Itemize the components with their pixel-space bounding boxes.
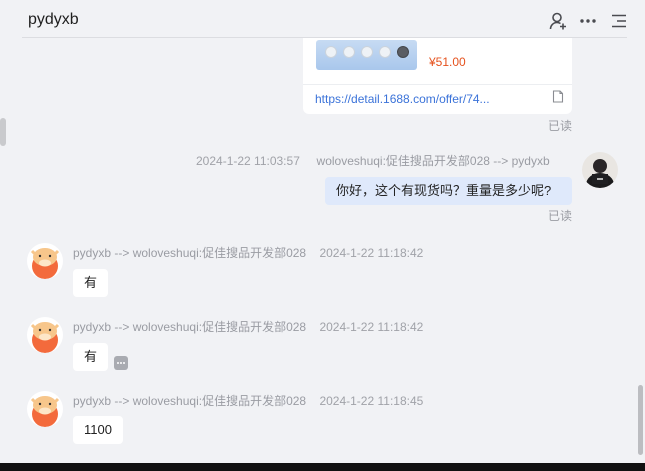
message-meta: pydyxb --> woloveshuqi:促佳搜品开发部028 2024-1… <box>73 318 423 335</box>
copy-icon[interactable] <box>552 90 564 103</box>
message-route: pydyxb --> woloveshuqi:促佳搜品开发部028 <box>73 320 307 334</box>
chat-header: pydyxb <box>0 0 645 38</box>
message-route: woloveshuqi:促佳搜品开发部028 --> pydyxb <box>316 154 550 168</box>
message-meta: pydyxb --> woloveshuqi:促佳搜品开发部028 2024-1… <box>73 392 423 409</box>
menu-icon[interactable] <box>609 11 629 31</box>
product-card[interactable]: ¥51.00 https://detail.1688.com/offer/74.… <box>303 38 572 114</box>
card-divider <box>303 84 572 85</box>
my-avatar[interactable] <box>582 152 618 188</box>
chat-title: pydyxb <box>28 11 79 28</box>
message-more-icon[interactable] <box>114 356 128 370</box>
message-time: 2024-1-22 11:03:57 <box>196 154 300 168</box>
message-bubble[interactable]: 你好，这个有现货吗？重量是多少呢? <box>325 177 572 205</box>
more-icon[interactable] <box>578 11 598 31</box>
message-route: pydyxb --> woloveshuqi:促佳搜品开发部028 <box>73 246 307 260</box>
left-scrollbar[interactable] <box>0 118 6 146</box>
message-meta: 2024-1-22 11:03:57 woloveshuqi:促佳搜品开发部02… <box>196 152 550 169</box>
message-time: 2024-1-22 11:18:45 <box>319 394 424 408</box>
product-link[interactable]: https://detail.1688.com/offer/74... <box>315 92 490 106</box>
message-bubble[interactable]: 有 <box>73 343 109 371</box>
message-meta: pydyxb --> woloveshuqi:促佳搜品开发部028 2024-1… <box>73 244 423 261</box>
chat-scrollbar[interactable] <box>638 385 643 455</box>
message-time: 2024-1-22 11:18:42 <box>319 320 424 334</box>
contact-avatar[interactable] <box>27 243 63 279</box>
contact-avatar[interactable] <box>27 391 63 427</box>
message-bubble[interactable]: 1100 <box>73 416 123 444</box>
message-route: pydyxb --> woloveshuqi:促佳搜品开发部028 <box>73 394 307 408</box>
contact-avatar[interactable] <box>27 317 63 353</box>
add-user-icon[interactable] <box>548 11 568 31</box>
message-time: 2024-1-22 11:18:42 <box>319 246 424 260</box>
read-status: 已读 <box>548 119 573 133</box>
product-thumbnail[interactable] <box>316 40 417 70</box>
bottom-edge <box>0 463 645 471</box>
read-status: 已读 <box>548 209 573 223</box>
message-bubble[interactable]: 有 <box>73 269 109 297</box>
product-price: ¥51.00 <box>429 55 466 69</box>
